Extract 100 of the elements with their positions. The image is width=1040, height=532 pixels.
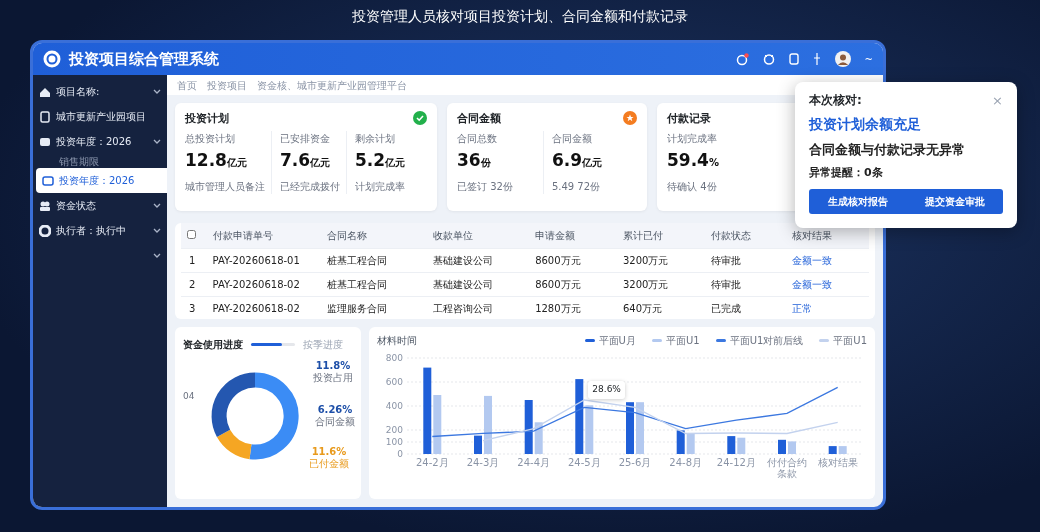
stat-value: 59.4% (667, 148, 719, 172)
breadcrumb-link[interactable]: 资金核、城市更新产业园管理平台 (257, 77, 407, 93)
bar (484, 395, 492, 454)
card-title: 投资计划 (185, 111, 229, 127)
axis-tick-label: 24-5月 (566, 457, 602, 468)
document-icon[interactable] (788, 53, 799, 65)
stat-value: 7.6亿元 (280, 148, 332, 172)
slice-value: 6.26% (317, 404, 353, 416)
app-title: 投资项目综合管理系统 (69, 48, 219, 70)
breadcrumb-link[interactable]: 投资项目 (207, 77, 247, 93)
axis-tick-label: 24-2月 (414, 457, 450, 468)
axis-tick-label: 0 (397, 448, 403, 461)
stat-label: 合同总数 (457, 131, 498, 146)
stat-value: 12.8亿元 (185, 148, 248, 172)
table-cell: 3200万元 (622, 254, 669, 266)
popup-heading: 本次核对: (809, 92, 862, 109)
column-header: 申请金额 (535, 229, 576, 241)
axis-tick-label: 200 (385, 424, 403, 437)
result-link[interactable]: 正常 (792, 302, 813, 314)
stat-note: 已经完成拨付 (280, 180, 340, 194)
page-caption: 投资管理人员核对项目投资计划、合同金额和付款记录 (351, 7, 689, 26)
bar (626, 402, 634, 454)
stat-value: 6.9亿元 (551, 148, 603, 172)
bar (636, 402, 644, 454)
select-all-checkbox[interactable] (187, 229, 196, 239)
table-cell: 监理服务合同 (326, 302, 387, 314)
column-header: 核对结果 (792, 229, 833, 241)
chart-title: 资金使用进度 (183, 338, 243, 352)
axis-tick-label: 600 (385, 376, 403, 389)
table-cell: 3200万元 (622, 278, 669, 290)
row-number: 2 (189, 278, 196, 290)
stat-label: 总投资计划 (185, 131, 236, 146)
logo-icon (43, 50, 61, 68)
axis-tick-label: 100 (385, 436, 403, 449)
stat-note: 城市管理人员备注 (185, 180, 265, 194)
bar (788, 441, 796, 454)
legend-label: 按季进度 (303, 338, 343, 352)
row-number: 1 (189, 254, 196, 266)
legend-label: 平面U1对前后线 (729, 334, 804, 348)
result-link[interactable]: 金额一致 (792, 278, 833, 290)
slice-caption: 投资占用 (313, 372, 353, 384)
table-cell: 8600万元 (535, 254, 581, 266)
stat-label: 剩余计划 (355, 131, 396, 146)
axis-tick-label: 800 (385, 352, 403, 365)
table-cell: 1280万元 (535, 302, 581, 314)
avatar-icon[interactable] (834, 51, 851, 67)
stat-note: 已签订 32份 (457, 180, 513, 194)
legend-label: 平面U1 (665, 334, 700, 348)
slice-caption: 已付金额 (309, 458, 349, 470)
sidebar-item[interactable]: 项目名称: (33, 79, 167, 104)
action-button[interactable]: 提交资金审批 (906, 189, 1003, 214)
table-cell: 已完成 (710, 302, 741, 314)
chart-title: 材料时间 (377, 334, 417, 348)
menu-item-icon (39, 224, 51, 237)
stat-note: 待确认 4份 (667, 180, 718, 194)
table-cell: 待审批 (710, 254, 741, 266)
stat-value: 5.2亿元 (355, 148, 406, 172)
menu-item-icon (39, 85, 51, 98)
stat-value: 36份 (457, 148, 492, 172)
stat-label: 已安排资金 (280, 131, 331, 146)
column-header: 累计已付 (622, 229, 663, 241)
menu-item-icon (39, 199, 51, 212)
alert-text: 异常提醒：0条 (809, 164, 884, 181)
table-cell: 8600万元 (535, 278, 581, 290)
table-cell: 基础建设公司 (433, 278, 494, 290)
chevron-icon (153, 202, 161, 209)
more-menu[interactable]: ~ (864, 51, 873, 67)
axis-tick-label: 24-4月 (516, 457, 551, 468)
sidebar-item[interactable]: 投资年度：2026 (33, 129, 167, 154)
sidebar-subitem[interactable]: 销售期限 (33, 154, 167, 168)
notification-icon[interactable] (735, 52, 749, 66)
sidebar-item[interactable]: 城市更新产业园项目 (33, 104, 167, 129)
bar (474, 435, 482, 454)
axis-tick-label: 24-12月 (715, 457, 757, 468)
result-link[interactable]: 金额一致 (792, 254, 833, 266)
menu-item-icon (42, 174, 54, 187)
bar (686, 433, 695, 454)
axis-tick-label: 付付合约条款 (766, 457, 808, 479)
axis-tick-label: 24-8月 (668, 457, 703, 468)
sidebar-item[interactable]: 投资年度：2026 (36, 168, 167, 193)
axis-tick-label: 400 (385, 400, 403, 413)
message-icon[interactable] (762, 53, 775, 65)
action-button[interactable]: 生成核对报告 (809, 189, 906, 214)
bar (778, 439, 786, 454)
sidebar-item[interactable]: 资金状态 (33, 193, 167, 218)
table-cell: 基础建设公司 (433, 254, 494, 266)
stat-label: 合同金额 (551, 131, 593, 146)
sidebar-item[interactable]: 执行者：执行中 (33, 218, 167, 243)
slice-caption: 合同金额 (315, 416, 355, 428)
slice-label: 04 (183, 390, 195, 403)
axis-tick-label: 核对结果 (816, 457, 859, 468)
legend-label: 平面U1 (833, 334, 867, 348)
breadcrumb-link[interactable]: 首页 (177, 77, 197, 93)
message-text: 合同金额与付款记录无异常 (809, 141, 966, 159)
table-cell: PAY-20260618-02 (212, 278, 300, 290)
column-header: 收款单位 (433, 229, 474, 241)
chevron-icon (153, 252, 161, 259)
legend-label: 平面U月 (598, 334, 636, 348)
bar (737, 437, 746, 454)
table-cell: PAY-20260618-02 (212, 302, 300, 314)
